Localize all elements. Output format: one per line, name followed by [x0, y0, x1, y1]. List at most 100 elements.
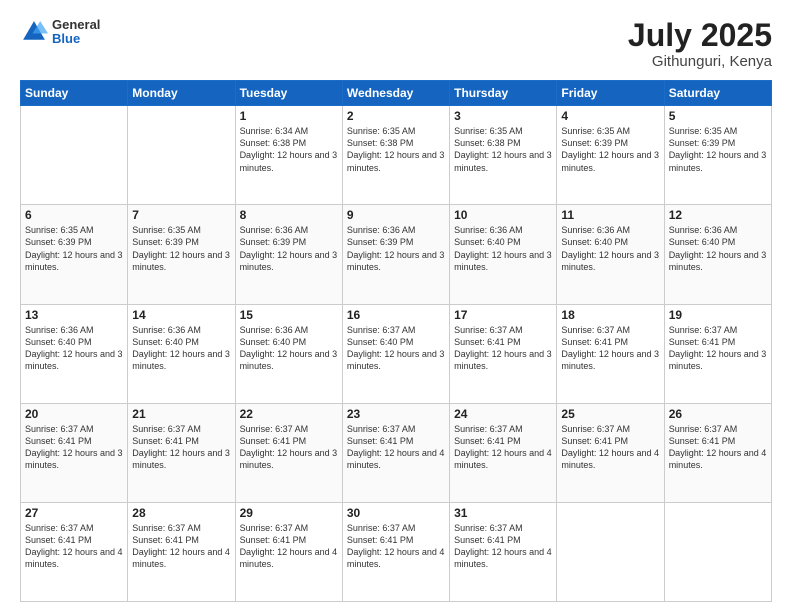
table-row: 2 Sunrise: 6:35 AM Sunset: 6:38 PM Daylig…: [342, 106, 449, 205]
day-number: 18: [561, 308, 659, 322]
col-friday: Friday: [557, 81, 664, 106]
day-number: 14: [132, 308, 230, 322]
day-number: 26: [669, 407, 767, 421]
month-year: July 2025: [628, 18, 772, 53]
day-info: Sunrise: 6:36 AM Sunset: 6:40 PM Dayligh…: [132, 324, 230, 373]
page: General Blue July 2025 Githunguri, Kenya…: [0, 0, 792, 612]
table-row: 26 Sunrise: 6:37 AM Sunset: 6:41 PM Dayli…: [664, 403, 771, 502]
day-info: Sunrise: 6:36 AM Sunset: 6:40 PM Dayligh…: [25, 324, 123, 373]
logo: General Blue: [20, 18, 100, 47]
table-row: 14 Sunrise: 6:36 AM Sunset: 6:40 PM Dayli…: [128, 304, 235, 403]
table-row: 3Sunrise: 6:35 AM Sunset: 6:38 PM Daylig…: [450, 106, 557, 205]
table-row: 15 Sunrise: 6:36 AM Sunset: 6:40 PM Dayli…: [235, 304, 342, 403]
day-number: 12: [669, 208, 767, 222]
table-row: 31Sunrise: 6:37 AM Sunset: 6:41 PM Dayli…: [450, 502, 557, 601]
day-info: Sunrise: 6:37 AM Sunset: 6:41 PM Dayligh…: [132, 522, 230, 571]
col-sunday: Sunday: [21, 81, 128, 106]
day-number: 2: [347, 109, 445, 123]
logo-blue: Blue: [52, 32, 100, 46]
calendar-week-3: 13Sunrise: 6:36 AM Sunset: 6:40 PM Dayli…: [21, 304, 772, 403]
day-number: 11: [561, 208, 659, 222]
table-row: 11 Sunrise: 6:36 AM Sunset: 6:40 PM Dayli…: [557, 205, 664, 304]
day-number: 20: [25, 407, 123, 421]
table-row: 1Sunrise: 6:34 AM Sunset: 6:38 PM Daylig…: [235, 106, 342, 205]
logo-icon: [20, 18, 48, 46]
day-info: Sunrise: 6:37 AM Sunset: 6:41 PM Dayligh…: [240, 423, 338, 472]
day-info: Sunrise: 6:37 AM Sunset: 6:41 PM Dayligh…: [25, 423, 123, 472]
table-row: 12 Sunrise: 6:36 AM Sunset: 6:40 PM Dayli…: [664, 205, 771, 304]
table-row: 5 Sunrise: 6:35 AM Sunset: 6:39 PM Daylig…: [664, 106, 771, 205]
logo-general: General: [52, 18, 100, 32]
table-row: 6 Sunrise: 6:35 AM Sunset: 6:39 PM Daylig…: [21, 205, 128, 304]
day-info: Sunrise: 6:37 AM Sunset: 6:41 PM Dayligh…: [669, 423, 767, 472]
logo-text: General Blue: [52, 18, 100, 47]
day-number: 17: [454, 308, 552, 322]
table-row: [664, 502, 771, 601]
table-row: 9Sunrise: 6:36 AM Sunset: 6:39 PM Daylig…: [342, 205, 449, 304]
day-info: Sunrise: 6:36 AM Sunset: 6:40 PM Dayligh…: [669, 224, 767, 273]
day-number: 19: [669, 308, 767, 322]
table-row: 16 Sunrise: 6:37 AM Sunset: 6:40 PM Dayli…: [342, 304, 449, 403]
day-number: 9: [347, 208, 445, 222]
table-row: 25Sunrise: 6:37 AM Sunset: 6:41 PM Dayli…: [557, 403, 664, 502]
calendar-table: Sunday Monday Tuesday Wednesday Thursday…: [20, 80, 772, 602]
calendar-week-5: 27Sunrise: 6:37 AM Sunset: 6:41 PM Dayli…: [21, 502, 772, 601]
day-info: Sunrise: 6:35 AM Sunset: 6:39 PM Dayligh…: [25, 224, 123, 273]
day-info: Sunrise: 6:36 AM Sunset: 6:40 PM Dayligh…: [561, 224, 659, 273]
calendar-header-row: Sunday Monday Tuesday Wednesday Thursday…: [21, 81, 772, 106]
day-number: 21: [132, 407, 230, 421]
calendar-week-1: 1Sunrise: 6:34 AM Sunset: 6:38 PM Daylig…: [21, 106, 772, 205]
table-row: 20 Sunrise: 6:37 AM Sunset: 6:41 PM Dayli…: [21, 403, 128, 502]
day-info: Sunrise: 6:37 AM Sunset: 6:41 PM Dayligh…: [132, 423, 230, 472]
day-info: Sunrise: 6:37 AM Sunset: 6:41 PM Dayligh…: [561, 324, 659, 373]
day-info: Sunrise: 6:35 AM Sunset: 6:38 PM Dayligh…: [347, 125, 445, 174]
day-info: Sunrise: 6:37 AM Sunset: 6:41 PM Dayligh…: [454, 522, 552, 571]
day-number: 22: [240, 407, 338, 421]
table-row: [21, 106, 128, 205]
title-block: July 2025 Githunguri, Kenya: [628, 18, 772, 70]
table-row: 29 Sunrise: 6:37 AM Sunset: 6:41 PM Dayli…: [235, 502, 342, 601]
table-row: 23Sunrise: 6:37 AM Sunset: 6:41 PM Dayli…: [342, 403, 449, 502]
table-row: [557, 502, 664, 601]
day-number: 3: [454, 109, 552, 123]
day-number: 15: [240, 308, 338, 322]
day-info: Sunrise: 6:37 AM Sunset: 6:41 PM Dayligh…: [454, 324, 552, 373]
day-info: Sunrise: 6:37 AM Sunset: 6:41 PM Dayligh…: [454, 423, 552, 472]
calendar-week-2: 6 Sunrise: 6:35 AM Sunset: 6:39 PM Daylig…: [21, 205, 772, 304]
day-number: 8: [240, 208, 338, 222]
col-monday: Monday: [128, 81, 235, 106]
day-info: Sunrise: 6:37 AM Sunset: 6:40 PM Dayligh…: [347, 324, 445, 373]
table-row: 18 Sunrise: 6:37 AM Sunset: 6:41 PM Dayli…: [557, 304, 664, 403]
table-row: 28 Sunrise: 6:37 AM Sunset: 6:41 PM Dayli…: [128, 502, 235, 601]
day-info: Sunrise: 6:37 AM Sunset: 6:41 PM Dayligh…: [347, 423, 445, 472]
day-info: Sunrise: 6:36 AM Sunset: 6:40 PM Dayligh…: [240, 324, 338, 373]
day-number: 24: [454, 407, 552, 421]
table-row: 27Sunrise: 6:37 AM Sunset: 6:41 PM Dayli…: [21, 502, 128, 601]
col-wednesday: Wednesday: [342, 81, 449, 106]
day-number: 25: [561, 407, 659, 421]
table-row: 17 Sunrise: 6:37 AM Sunset: 6:41 PM Dayli…: [450, 304, 557, 403]
day-info: Sunrise: 6:36 AM Sunset: 6:40 PM Dayligh…: [454, 224, 552, 273]
day-info: Sunrise: 6:37 AM Sunset: 6:41 PM Dayligh…: [669, 324, 767, 373]
day-number: 10: [454, 208, 552, 222]
day-info: Sunrise: 6:35 AM Sunset: 6:39 PM Dayligh…: [669, 125, 767, 174]
day-info: Sunrise: 6:34 AM Sunset: 6:38 PM Dayligh…: [240, 125, 338, 174]
day-number: 28: [132, 506, 230, 520]
table-row: 21 Sunrise: 6:37 AM Sunset: 6:41 PM Dayli…: [128, 403, 235, 502]
col-tuesday: Tuesday: [235, 81, 342, 106]
table-row: 22 Sunrise: 6:37 AM Sunset: 6:41 PM Dayli…: [235, 403, 342, 502]
day-number: 16: [347, 308, 445, 322]
table-row: 10 Sunrise: 6:36 AM Sunset: 6:40 PM Dayli…: [450, 205, 557, 304]
day-number: 29: [240, 506, 338, 520]
table-row: 4Sunrise: 6:35 AM Sunset: 6:39 PM Daylig…: [557, 106, 664, 205]
table-row: 8Sunrise: 6:36 AM Sunset: 6:39 PM Daylig…: [235, 205, 342, 304]
table-row: 30Sunrise: 6:37 AM Sunset: 6:41 PM Dayli…: [342, 502, 449, 601]
day-number: 7: [132, 208, 230, 222]
day-info: Sunrise: 6:35 AM Sunset: 6:39 PM Dayligh…: [132, 224, 230, 273]
col-saturday: Saturday: [664, 81, 771, 106]
day-info: Sunrise: 6:37 AM Sunset: 6:41 PM Dayligh…: [240, 522, 338, 571]
day-info: Sunrise: 6:35 AM Sunset: 6:39 PM Dayligh…: [561, 125, 659, 174]
day-info: Sunrise: 6:37 AM Sunset: 6:41 PM Dayligh…: [25, 522, 123, 571]
day-number: 5: [669, 109, 767, 123]
day-number: 6: [25, 208, 123, 222]
